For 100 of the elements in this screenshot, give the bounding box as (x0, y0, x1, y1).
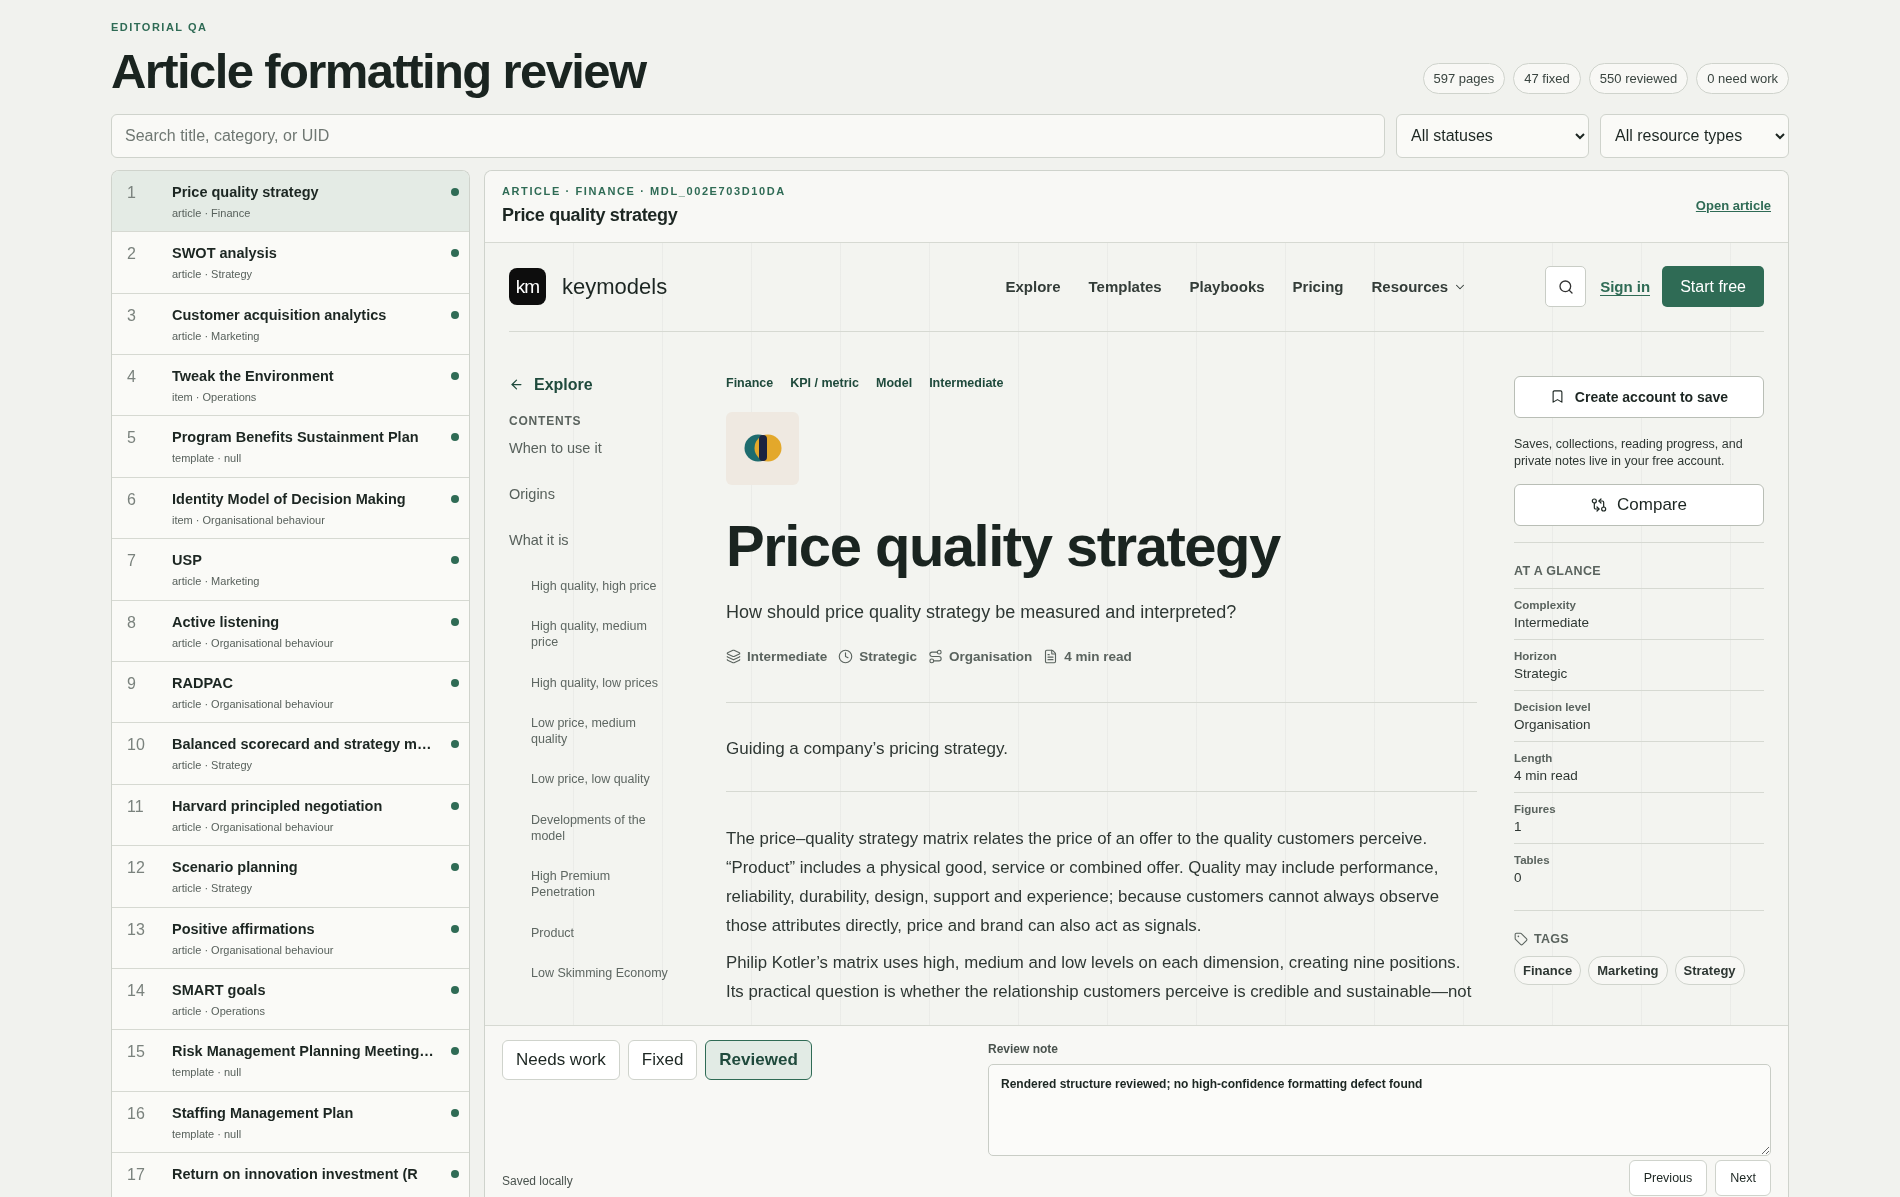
compare-button[interactable]: Compare (1514, 483, 1764, 526)
resource-type-select[interactable]: All resource types (1600, 113, 1789, 158)
item-title: Active listening (172, 613, 281, 630)
item-title: Return on innovation investment (R (172, 1166, 419, 1183)
page-title: Article formatting review (111, 45, 646, 99)
back-link[interactable]: Explore (509, 375, 689, 394)
item-title: Harvard principled negotiation (172, 797, 384, 814)
save-status: Saved locally (502, 1174, 574, 1190)
status-button[interactable]: Reviewed (705, 1040, 812, 1080)
item-title: Program Benefits Sustainment Plan (172, 429, 420, 446)
tag-pill[interactable]: Strategy (1674, 955, 1745, 985)
page-eyebrow: EDITORIAL QA (111, 21, 209, 33)
category-link[interactable]: KPI / metric (790, 375, 860, 390)
article-paragraph: The price–quality strategy matrix relates the price of an offer to the quality customers perceive. “Product” includes a physical good, service or combined offer. Quality may include performance, reliability, durability, design, support and experience; because customers cannot always observe those attributes directly, price and brand can also act as signals. (726, 827, 1440, 937)
item-number: 9 (127, 675, 137, 694)
fact-label: Intermediate (726, 648, 828, 664)
contents-link[interactable]: Origins (509, 485, 689, 502)
item-meta: article · Operations (172, 1004, 266, 1017)
stat-pill: 47 fixed (1513, 62, 1581, 94)
item-title: Tweak the Environment (172, 368, 335, 385)
search-field[interactable]: Search title, category, or UID (111, 113, 1385, 158)
contents-sublink[interactable]: Low price, low quality (531, 771, 671, 788)
category-link[interactable]: Intermediate (929, 375, 1004, 390)
fact-label: Organisation (928, 648, 1033, 664)
item-number: 15 (127, 1043, 146, 1063)
item-number: 7 (127, 552, 137, 572)
article-title: Price quality strategy (502, 204, 679, 226)
review-note-field[interactable]: Rendered structure reviewed; no high-confidence formatting defect found (988, 1064, 1771, 1156)
category-link[interactable]: Model (876, 375, 913, 390)
contents-sublink[interactable]: High Premium Penetration (531, 868, 671, 901)
review-note-label: Review note (988, 1042, 1060, 1056)
item-number: 10 (127, 736, 146, 756)
item-meta: article · Organisational behaviour (172, 698, 335, 710)
article-summary: Guiding a company’s pricing strategy. (726, 701, 1477, 792)
item-number: 12 (127, 859, 146, 879)
glance-label: Tables (1514, 853, 1551, 866)
item-title: SMART goals (172, 981, 267, 998)
article-subtitle: How should price quality strategy be measured and interpreted? (726, 601, 1238, 623)
category-link[interactable]: Finance (726, 375, 774, 390)
logo-mark[interactable]: km (509, 268, 546, 306)
item-meta: article · Strategy (172, 759, 254, 772)
item-meta: article · Marketing (172, 575, 261, 588)
glance-value: Intermediate (1514, 614, 1591, 630)
item-meta: article · Organisational behaviour (172, 943, 335, 956)
item-title: Scenario planning (172, 859, 299, 876)
status-button[interactable]: Needs work (502, 1040, 620, 1080)
contents-sublink[interactable]: High quality, medium price (531, 618, 671, 651)
glance-value: 4 min read (1514, 767, 1579, 783)
fact-label: 4 min read (1043, 648, 1132, 664)
contents-link[interactable]: When to use it (509, 439, 689, 456)
item-title: Balanced scorecard and strategy m… (172, 736, 433, 753)
glance-label: Horizon (1514, 649, 1558, 662)
page-list-item[interactable]: 1 Price quality strategy article · Finance (112, 170, 469, 233)
item-number: 1 (127, 183, 137, 203)
item-meta: article · Marketing (172, 329, 261, 342)
start-free-button[interactable]: Start free (1662, 266, 1764, 308)
contents-sublink[interactable]: High quality, low prices (531, 674, 671, 691)
open-article-link[interactable]: Open article (1695, 197, 1771, 213)
nav-link[interactable]: Playbooks (1189, 278, 1265, 296)
contents-sublink[interactable]: Low Skimming Economy (531, 964, 671, 982)
previous-button[interactable]: Previous (1628, 1160, 1708, 1196)
item-number: 17 (127, 1166, 146, 1186)
glance-value: Organisation (1514, 716, 1592, 732)
article-heading: Price quality strategy (726, 512, 1282, 580)
item-meta: article · Organisational behaviour (172, 820, 335, 833)
tag-pill[interactable]: Marketing (1588, 955, 1668, 985)
item-meta: item · Organisational behaviour (172, 513, 326, 526)
nav-link[interactable]: Templates (1088, 278, 1162, 296)
item-number: 11 (127, 797, 145, 817)
item-meta: article · Finance (172, 206, 252, 219)
status-button[interactable]: Fixed (627, 1040, 698, 1080)
create-account-button[interactable]: Create account to save (1514, 375, 1764, 418)
glance-heading: AT A GLANCE (1514, 563, 1601, 578)
glance-value: Strategic (1514, 665, 1569, 681)
fact-label: Strategic (838, 648, 918, 664)
item-meta: template · null (172, 1127, 243, 1140)
item-number: 3 (127, 306, 137, 326)
nav-link[interactable]: Explore (1005, 278, 1061, 296)
item-title: RADPAC (172, 675, 234, 691)
item-meta: article · Organisational behaviour (172, 636, 335, 649)
item-number: 8 (127, 613, 137, 633)
nav-link[interactable]: Resources (1371, 278, 1468, 296)
glance-label: Complexity (1514, 598, 1577, 611)
item-title: Risk Management Planning Meeting… (172, 1043, 435, 1060)
stat-pill: 550 reviewed (1588, 62, 1689, 94)
sign-in-link[interactable]: Sign in (1600, 277, 1651, 296)
contents-sublink[interactable]: Product (531, 924, 671, 941)
item-meta: template · null (172, 1066, 243, 1079)
item-meta: article · Strategy (172, 882, 254, 895)
contents-link[interactable]: What it is (509, 531, 689, 548)
nav-link[interactable]: Pricing (1292, 278, 1344, 296)
contents-sublink[interactable]: High quality, high price (531, 577, 671, 595)
glance-label: Figures (1514, 802, 1557, 815)
status-select[interactable]: All statuses (1396, 113, 1589, 158)
next-button[interactable]: Next (1715, 1160, 1771, 1196)
stat-pill: 0 need work (1696, 62, 1789, 94)
contents-sublink[interactable]: Low price, medium quality (531, 714, 671, 748)
item-number: 16 (127, 1104, 146, 1124)
tag-pill[interactable]: Finance (1514, 955, 1582, 985)
contents-sublink[interactable]: Developments of the model (531, 811, 671, 845)
